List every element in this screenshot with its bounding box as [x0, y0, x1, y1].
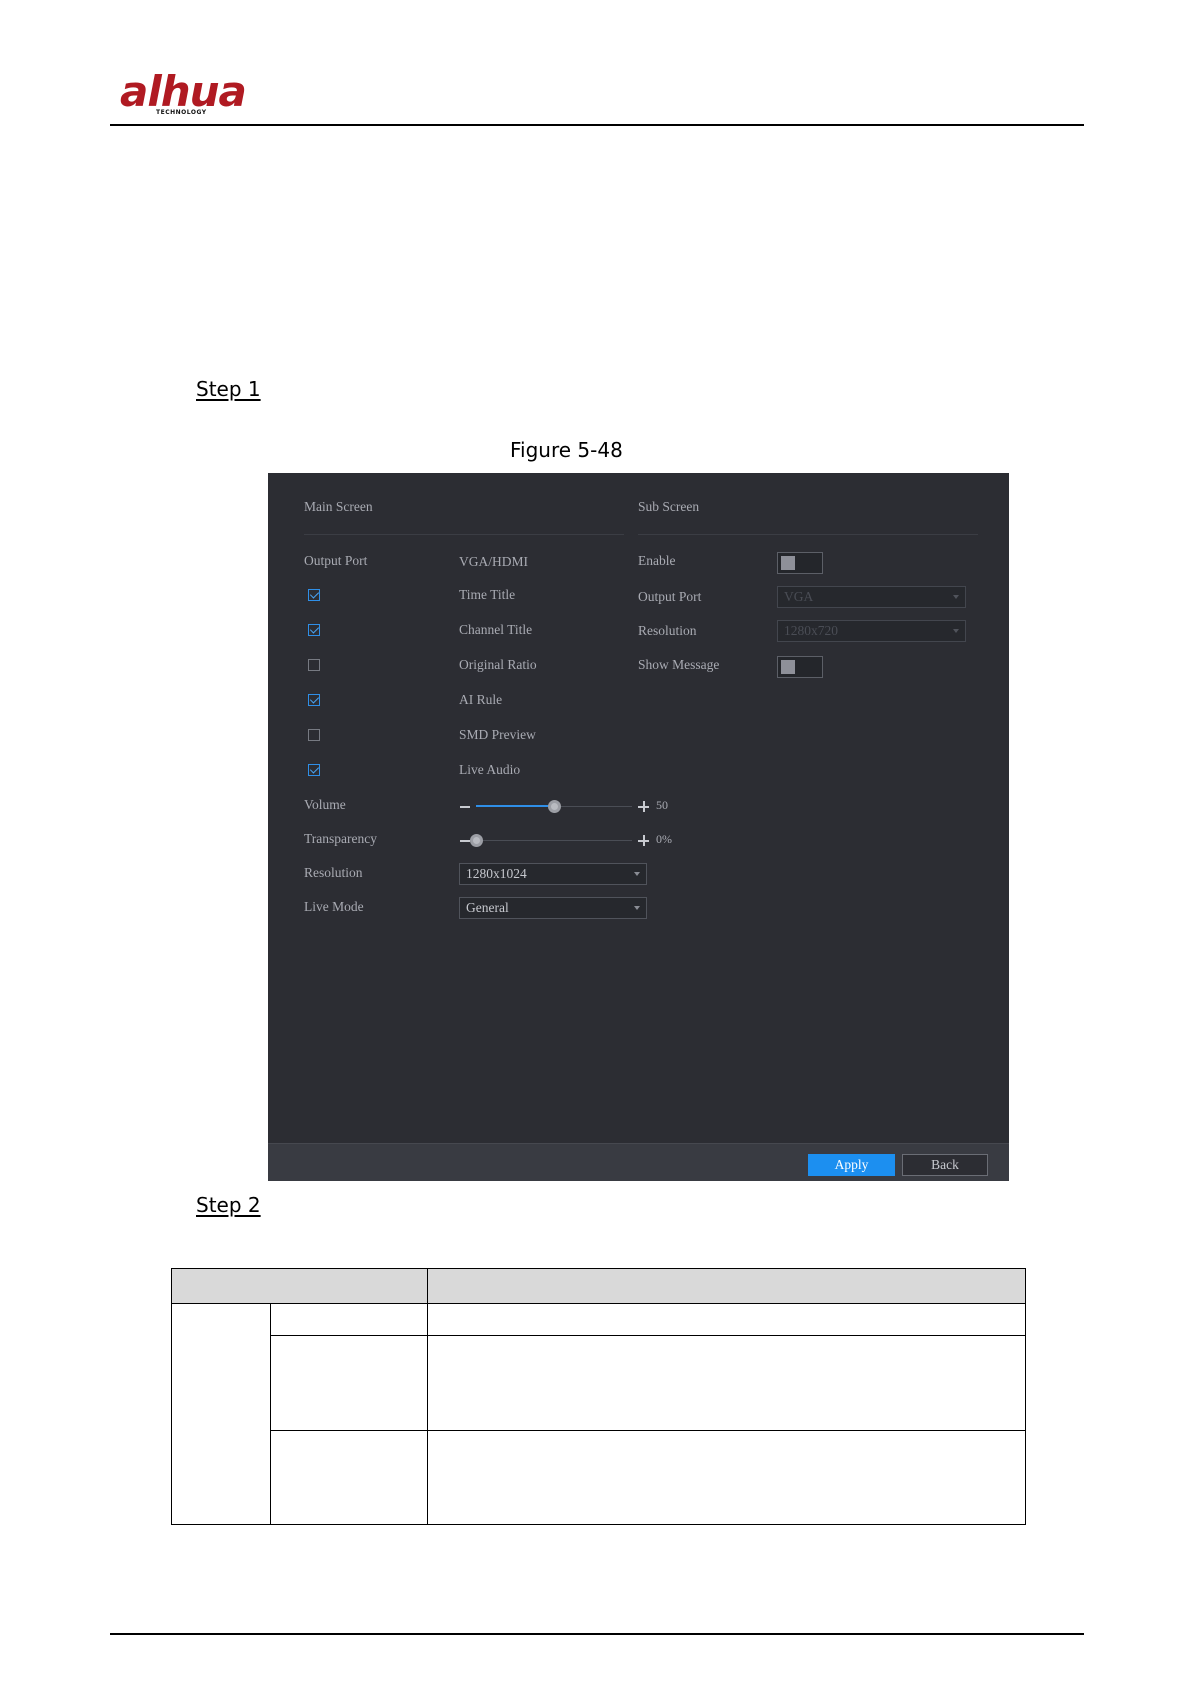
logo-subtext: TECHNOLOGY [156, 109, 207, 116]
volume-fill [476, 805, 554, 807]
table-cell [269, 1303, 428, 1336]
volume-minus-icon[interactable] [460, 806, 470, 808]
sub-output-port-label: Output Port [638, 589, 702, 604]
transparency-label: Transparency [304, 831, 377, 846]
table-row [172, 1335, 1027, 1431]
parameter-table [171, 1268, 1027, 1525]
option-checkbox[interactable] [308, 659, 320, 671]
chevron-down-icon [634, 906, 640, 910]
sub-screen-divider [638, 534, 978, 535]
table-header-cell [171, 1268, 428, 1304]
table-cell [269, 1335, 428, 1431]
table-header-cell [426, 1268, 1027, 1304]
sub-output-port-value: VGA [784, 589, 814, 604]
output-port-label: Output Port [304, 553, 368, 568]
show-message-label: Show Message [638, 657, 720, 672]
option-checkbox[interactable] [308, 589, 320, 601]
option-checkbox[interactable] [308, 694, 320, 706]
option-label: SMD Preview [459, 727, 536, 742]
table-cell [171, 1303, 271, 1525]
transparency-minus-icon[interactable] [460, 840, 470, 842]
option-label: AI Rule [459, 692, 503, 707]
live-mode-value: General [466, 900, 509, 915]
volume-plus-icon[interactable] [638, 801, 649, 812]
sub-screen-heading: Sub Screen [638, 499, 700, 514]
transparency-track[interactable] [476, 840, 632, 841]
sub-resolution-label: Resolution [638, 623, 697, 638]
transparency-plus-icon[interactable] [638, 835, 649, 846]
option-checkbox[interactable] [308, 624, 320, 636]
live-mode-dropdown[interactable]: General [459, 897, 647, 919]
volume-label: Volume [304, 797, 346, 812]
dahua-logo: alhua TECHNOLOGY [120, 68, 260, 120]
chevron-down-icon [953, 595, 959, 599]
table-row [171, 1303, 1027, 1525]
step-2-label: Step 2 [196, 1193, 261, 1217]
table-cell [269, 1430, 428, 1525]
show-message-toggle[interactable] [777, 656, 823, 678]
table-header-row [171, 1268, 1027, 1304]
main-screen-divider [304, 534, 624, 535]
sub-resolution-value: 1280x720 [784, 623, 838, 638]
resolution-label: Resolution [304, 865, 363, 880]
volume-slider[interactable]: 50 [460, 798, 680, 813]
display-settings-panel: Main Screen Output Port VGA/HDMI Time Ti… [268, 473, 1009, 1181]
volume-value: 50 [656, 798, 668, 812]
chevron-down-icon [634, 872, 640, 876]
step-1-label: Step 1 [196, 377, 261, 401]
sub-enable-toggle[interactable] [777, 552, 823, 574]
figure-caption: Figure 5-48 [510, 438, 623, 462]
table-cell [426, 1303, 1027, 1336]
chevron-down-icon [953, 629, 959, 633]
resolution-value: 1280x1024 [466, 866, 527, 881]
live-mode-label: Live Mode [304, 899, 364, 914]
toggle-knob [781, 660, 795, 674]
header-rule [110, 124, 1084, 126]
transparency-thumb[interactable] [470, 834, 483, 847]
main-screen-heading: Main Screen [304, 499, 373, 514]
volume-thumb[interactable] [548, 800, 561, 813]
sub-output-port-dropdown[interactable]: VGA [777, 586, 966, 608]
sub-enable-label: Enable [638, 553, 676, 568]
table-cell [426, 1335, 1027, 1431]
option-label: Live Audio [459, 762, 521, 777]
option-label: Original Ratio [459, 657, 537, 672]
transparency-slider[interactable]: 0% [460, 832, 680, 847]
toggle-knob [781, 556, 795, 570]
apply-button[interactable]: Apply [808, 1154, 895, 1176]
option-checkbox[interactable] [308, 764, 320, 776]
back-button[interactable]: Back [902, 1154, 988, 1176]
panel-footer: Apply Back [268, 1143, 1009, 1181]
transparency-value: 0% [656, 832, 672, 846]
sub-resolution-dropdown[interactable]: 1280x720 [777, 620, 966, 642]
option-checkbox[interactable] [308, 729, 320, 741]
table-cell [426, 1430, 1027, 1525]
output-port-value: VGA/HDMI [459, 554, 528, 569]
table-row [172, 1430, 1027, 1525]
option-label: Channel Title [459, 622, 533, 637]
footer-rule [110, 1633, 1084, 1635]
resolution-dropdown[interactable]: 1280x1024 [459, 863, 647, 885]
option-label: Time Title [459, 587, 516, 602]
